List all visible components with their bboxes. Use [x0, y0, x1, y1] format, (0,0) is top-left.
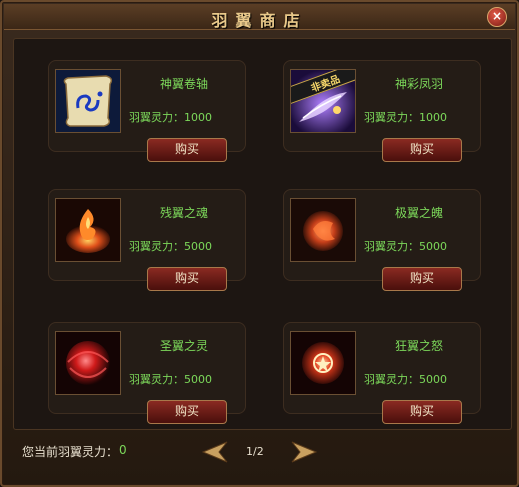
shop-item-card: 圣翼之灵 羽翼灵力：5000 购买	[48, 322, 246, 424]
item-wing-power: 羽翼灵力：1000	[364, 111, 447, 124]
red-orb-icon	[56, 332, 120, 394]
prev-page-arrow-icon[interactable]	[201, 438, 229, 466]
buy-button[interactable]: 购买	[147, 138, 227, 162]
rage-orb-icon	[291, 332, 355, 394]
item-slot[interactable]	[290, 331, 356, 395]
item-slot[interactable]	[55, 331, 121, 395]
item-slot[interactable]	[55, 198, 121, 262]
item-wing-power: 羽翼灵力：5000	[129, 240, 212, 253]
item-name: 神彩凤羽	[394, 77, 443, 91]
item-wing-power: 羽翼灵力：5000	[364, 240, 447, 253]
item-name: 狂翼之怒	[394, 339, 443, 353]
shop-item-card: 残翼之魂 羽翼灵力：5000 购买	[48, 189, 246, 291]
shop-item-card: 非卖品 神彩凤羽 羽翼灵力：1000 购买	[283, 60, 481, 162]
item-wing-power: 羽翼灵力：1000	[129, 111, 212, 124]
item-slot[interactable]	[55, 69, 121, 133]
item-slot[interactable]: 非卖品	[290, 69, 356, 133]
item-name: 残翼之魂	[159, 206, 208, 220]
wing-shop-window: 羽翼商店 × 神翼卷轴 羽翼灵力：1000 购买 非卖品 神彩凤羽 羽翼灵力：1…	[0, 0, 519, 487]
fire-soul-icon	[56, 199, 120, 261]
item-wing-power: 羽翼灵力：5000	[364, 373, 447, 386]
fire-spirit-icon	[291, 199, 355, 261]
shop-content: 神翼卷轴 羽翼灵力：1000 购买 非卖品 神彩凤羽 羽翼灵力：1000 购买 …	[13, 38, 512, 430]
buy-button[interactable]: 购买	[147, 400, 227, 424]
item-name: 圣翼之灵	[159, 339, 208, 353]
buy-button[interactable]: 购买	[382, 267, 462, 291]
buy-button[interactable]: 购买	[382, 138, 462, 162]
current-wing-power-value: 0	[119, 443, 127, 457]
shop-item-card: 狂翼之怒 羽翼灵力：5000 购买	[283, 322, 481, 424]
shop-item-card: 极翼之魄 羽翼灵力：5000 购买	[283, 189, 481, 291]
buy-button[interactable]: 购买	[382, 400, 462, 424]
item-wing-power: 羽翼灵力：5000	[129, 373, 212, 386]
page-indicator: 1/2	[246, 445, 264, 458]
item-name: 极翼之魄	[394, 206, 443, 220]
buy-button[interactable]: 购买	[147, 267, 227, 291]
window-title: 羽翼商店	[211, 11, 308, 30]
close-button[interactable]: ×	[487, 7, 507, 27]
title-bar[interactable]: 羽翼商店 ×	[4, 4, 515, 30]
shop-item-card: 神翼卷轴 羽翼灵力：1000 购买	[48, 60, 246, 162]
current-wing-power-label: 您当前羽翼灵力：	[22, 445, 119, 459]
item-name: 神翼卷轴	[159, 77, 208, 91]
scroll-icon	[56, 70, 120, 132]
item-slot[interactable]	[290, 198, 356, 262]
next-page-arrow-icon[interactable]	[290, 438, 318, 466]
